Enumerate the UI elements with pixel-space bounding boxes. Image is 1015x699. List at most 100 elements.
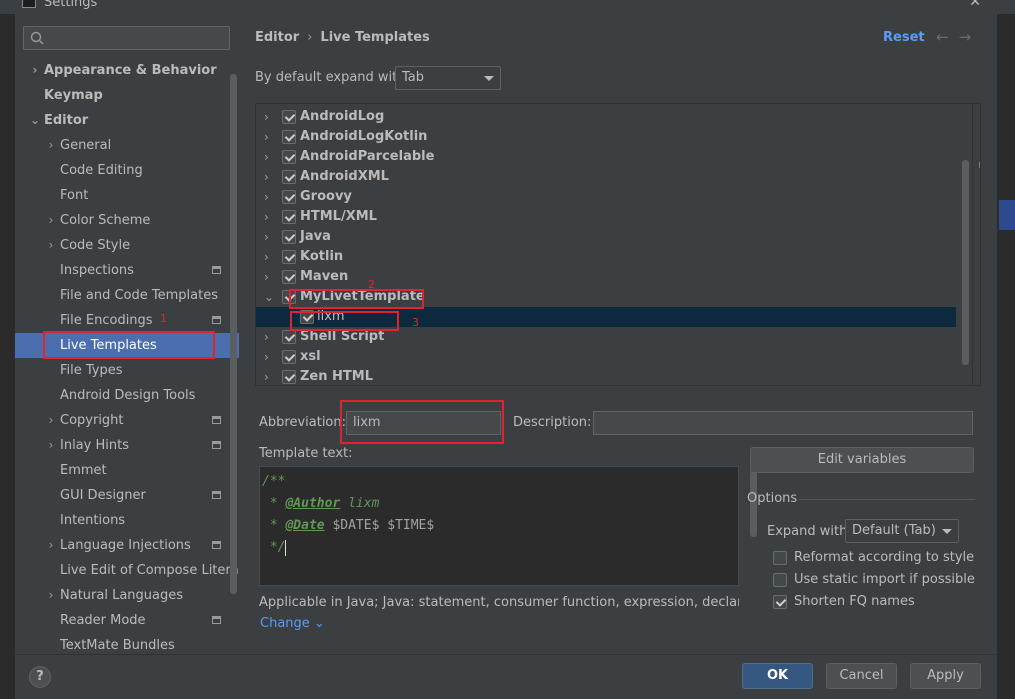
template-text-editor[interactable]: /** * @Author lixm * @Date $DATE$ $TIME$… <box>259 466 757 586</box>
sidebar-item-file-types[interactable]: File Types <box>15 358 239 383</box>
restore-icon[interactable]: ↺ <box>979 184 980 200</box>
sidebar-item-keymap[interactable]: Keymap <box>15 83 239 108</box>
chevron-right-icon[interactable]: › <box>264 147 269 167</box>
template-checkbox[interactable] <box>282 350 296 364</box>
chevron-right-icon[interactable]: › <box>45 433 57 458</box>
template-checkbox[interactable] <box>282 150 296 164</box>
change-link[interactable]: Change ⌄ <box>260 616 325 631</box>
chevron-right-icon[interactable]: › <box>45 208 57 233</box>
sidebar-item-code-editing[interactable]: Code Editing <box>15 158 239 183</box>
forward-arrow-icon[interactable]: → <box>959 28 982 46</box>
static-import-checkbox[interactable] <box>773 573 787 587</box>
sidebar-item-inlay-hints[interactable]: › Inlay Hints <box>15 433 239 458</box>
apply-button[interactable]: Apply <box>910 663 981 689</box>
sidebar-item-appearance-behavior[interactable]: › Appearance & Behavior <box>15 58 239 83</box>
remove-icon[interactable]: − <box>979 133 980 149</box>
sidebar-item-language-injections[interactable]: › Language Injections <box>15 533 239 558</box>
sidebar-item-textmate-bundles[interactable]: TextMate Bundles <box>15 633 239 654</box>
template-group[interactable]: › AndroidLog <box>256 107 956 127</box>
template-checkbox[interactable] <box>282 270 296 284</box>
chevron-right-icon[interactable]: › <box>45 583 57 608</box>
template-label: AndroidParcelable <box>300 149 435 164</box>
template-checkbox[interactable] <box>282 190 296 204</box>
chevron-right-icon[interactable]: › <box>264 267 269 287</box>
sidebar-item-code-style[interactable]: › Code Style <box>15 233 239 258</box>
sidebar-item-color-scheme[interactable]: › Color Scheme <box>15 208 239 233</box>
cancel-button[interactable]: Cancel <box>826 663 897 689</box>
chevron-right-icon[interactable]: › <box>264 227 269 247</box>
template-group[interactable]: › AndroidParcelable <box>256 147 956 167</box>
chevron-right-icon[interactable]: › <box>29 58 41 83</box>
sidebar-item-live-edit-of-compose-litera[interactable]: Live Edit of Compose Litera <box>15 558 239 583</box>
template-checkbox[interactable] <box>282 170 296 184</box>
back-arrow-icon[interactable]: ← <box>936 28 959 46</box>
shorten-fq-checkbox[interactable] <box>773 595 787 609</box>
template-checkbox[interactable] <box>282 250 296 264</box>
template-group[interactable]: › Zen HTML <box>256 367 956 385</box>
chevron-right-icon[interactable]: › <box>45 133 57 158</box>
template-group[interactable]: › Groovy <box>256 187 956 207</box>
template-group[interactable]: › Maven <box>256 267 956 287</box>
ok-button[interactable]: OK <box>742 663 813 689</box>
chevron-right-icon[interactable]: › <box>264 107 269 127</box>
breadcrumb-editor[interactable]: Editor <box>255 30 299 45</box>
template-label: AndroidLog <box>300 109 385 124</box>
template-group[interactable]: › AndroidLogKotlin <box>256 127 956 147</box>
sidebar-item-android-design-tools[interactable]: Android Design Tools <box>15 383 239 408</box>
template-checkbox[interactable] <box>282 210 296 224</box>
annotation-box-template <box>290 311 399 331</box>
chevron-right-icon[interactable]: › <box>264 347 269 367</box>
sidebar-item-reader-mode[interactable]: Reader Mode <box>15 608 239 633</box>
description-input[interactable] <box>593 411 973 435</box>
settings-search-input[interactable] <box>23 26 230 50</box>
sidebar-item-file-encodings[interactable]: File Encodings <box>15 308 239 333</box>
edit-variables-button[interactable]: Edit variables <box>750 447 974 473</box>
sidebar-scrollbar[interactable] <box>230 74 237 594</box>
expand-with-dropdown[interactable]: Tab <box>395 66 501 90</box>
template-group[interactable]: › HTML/XML <box>256 207 956 227</box>
sidebar-item-copyright[interactable]: › Copyright <box>15 408 239 433</box>
template-checkbox[interactable] <box>282 330 296 344</box>
sidebar-item-font[interactable]: Font <box>15 183 239 208</box>
close-icon[interactable]: ✕ <box>969 0 981 10</box>
chevron-right-icon[interactable]: › <box>264 207 269 227</box>
sidebar-item-gui-designer[interactable]: GUI Designer <box>15 483 239 508</box>
copy-icon[interactable]: ⧉ <box>979 158 980 174</box>
sidebar-item-file-and-code-templates[interactable]: File and Code Templates <box>15 283 239 308</box>
chevron-right-icon[interactable]: › <box>264 127 269 147</box>
expand-with-option-label: Expand with <box>767 524 848 539</box>
chevron-right-icon[interactable]: › <box>264 247 269 267</box>
chevron-right-icon[interactable]: › <box>45 408 57 433</box>
template-checkbox[interactable] <box>282 110 296 124</box>
template-list-scrollbar[interactable] <box>962 160 969 365</box>
sidebar-item-label: General <box>60 138 112 153</box>
project-scope-icon <box>212 541 221 549</box>
chevron-right-icon[interactable]: › <box>264 327 269 347</box>
chevron-right-icon[interactable]: › <box>264 187 269 207</box>
chevron-right-icon[interactable]: › <box>264 367 269 385</box>
reformat-checkbox[interactable] <box>773 551 787 565</box>
chevron-down-icon[interactable]: ⌄ <box>29 108 41 133</box>
sidebar-item-emmet[interactable]: Emmet <box>15 458 239 483</box>
help-button[interactable]: ? <box>29 666 51 688</box>
template-group[interactable]: › xsl <box>256 347 956 367</box>
chevron-right-icon[interactable]: › <box>45 533 57 558</box>
option-expand-with-dropdown[interactable]: Default (Tab) <box>845 519 959 543</box>
sidebar-item-label: Editor <box>44 113 89 128</box>
chevron-right-icon[interactable]: › <box>264 167 269 187</box>
template-group[interactable]: › Java <box>256 227 956 247</box>
template-checkbox[interactable] <box>282 370 296 384</box>
sidebar-item-general[interactable]: › General <box>15 133 239 158</box>
sidebar-item-natural-languages[interactable]: › Natural Languages <box>15 583 239 608</box>
chevron-down-icon[interactable]: ⌄ <box>264 287 274 307</box>
chevron-right-icon[interactable]: › <box>45 233 57 258</box>
sidebar-item-inspections[interactable]: Inspections <box>15 258 239 283</box>
template-checkbox[interactable] <box>282 230 296 244</box>
add-icon[interactable]: + <box>979 108 980 124</box>
template-group[interactable]: › Kotlin <box>256 247 956 267</box>
reset-link[interactable]: Reset <box>883 30 925 45</box>
sidebar-item-intentions[interactable]: Intentions <box>15 508 239 533</box>
template-group[interactable]: › AndroidXML <box>256 167 956 187</box>
template-checkbox[interactable] <box>282 130 296 144</box>
sidebar-item-editor[interactable]: ⌄ Editor <box>15 108 239 133</box>
